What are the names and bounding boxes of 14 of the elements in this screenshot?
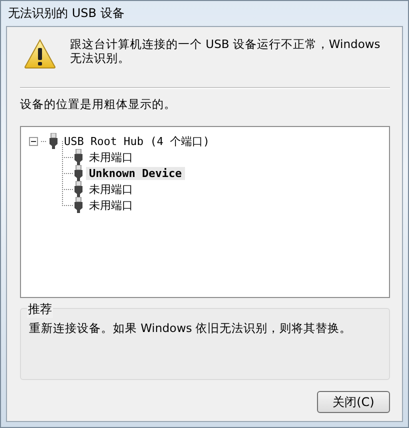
tree-item[interactable]: 未用端口 (86, 198, 136, 212)
tree-item[interactable]: USB Root Hub (4 个端口) (61, 134, 213, 148)
recommendation-text: 重新连接设备。如果 Windows 依旧无法识别，则将其替换。 (29, 321, 353, 336)
collapse-toggle[interactable] (29, 136, 38, 146)
usb-plug-icon (49, 133, 58, 149)
close-button[interactable]: 关闭(C) (317, 391, 390, 413)
instruction-text: 设备的位置是用粗体显示的。 (20, 97, 177, 112)
error-message: 跟这台计算机连接的一个 USB 设备运行不正常，Windows 无法识别。 (70, 37, 382, 65)
tree-item[interactable]: 未用端口 (86, 182, 136, 196)
tree-item[interactable]: Unknown Device (86, 166, 185, 180)
group-title: 推荐 (27, 301, 53, 318)
warning-icon (24, 39, 56, 69)
window-title: 无法识别的 USB 设备 (7, 5, 126, 22)
tree-item[interactable]: 未用端口 (86, 150, 136, 164)
